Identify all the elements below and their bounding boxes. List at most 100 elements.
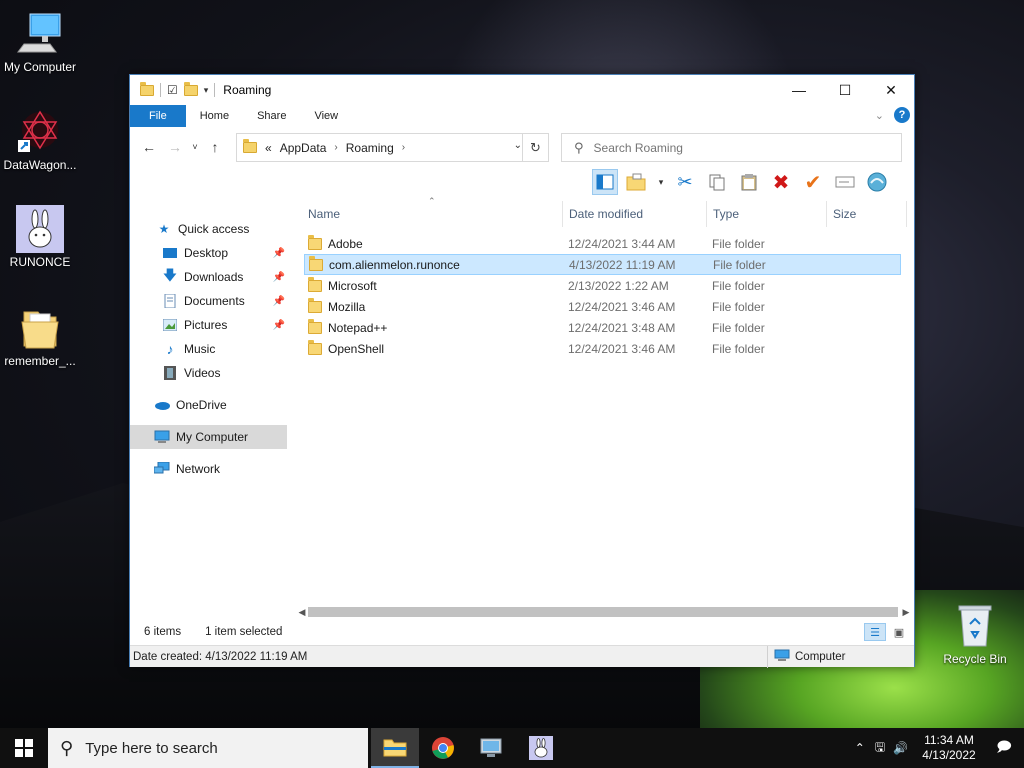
quick-access-toolbar: ☑ ▾ bbox=[130, 81, 216, 97]
scrollbar-thumb[interactable] bbox=[308, 607, 898, 617]
details-view-button[interactable]: ☰ bbox=[864, 623, 886, 641]
minimize-button[interactable]: — bbox=[776, 75, 822, 105]
column-header-date[interactable]: Date modified bbox=[569, 201, 643, 227]
tab-share[interactable]: Share bbox=[243, 105, 300, 127]
nav-pictures[interactable]: Pictures 📌 bbox=[130, 313, 287, 337]
file-row[interactable]: Adobe 12/24/2021 3:44 AM File folder bbox=[304, 233, 901, 254]
desktop-icon-my-computer[interactable]: My Computer bbox=[0, 10, 80, 74]
scroll-right-icon[interactable]: ▶ bbox=[900, 607, 912, 618]
forward-button[interactable]: → bbox=[162, 134, 188, 160]
search-icon: ⚲ bbox=[60, 737, 74, 758]
scroll-left-icon[interactable]: ◀ bbox=[296, 607, 308, 618]
breadcrumb-overflow[interactable]: « bbox=[265, 141, 272, 155]
tab-file[interactable]: File bbox=[130, 105, 186, 127]
desktop-icon-remember[interactable]: remember_... bbox=[0, 304, 80, 368]
nav-desktop[interactable]: Desktop 📌 bbox=[130, 241, 287, 265]
column-divider[interactable] bbox=[906, 201, 907, 227]
up-button[interactable]: ↑ bbox=[202, 134, 228, 160]
desktop-icon-runonce[interactable]: RUNONCE bbox=[0, 205, 80, 269]
nav-videos[interactable]: Videos bbox=[130, 361, 287, 385]
video-icon bbox=[162, 365, 178, 381]
paste-icon[interactable] bbox=[736, 169, 762, 195]
new-folder-icon[interactable] bbox=[183, 81, 198, 96]
column-divider[interactable] bbox=[706, 201, 707, 227]
close-button[interactable]: ✕ bbox=[868, 75, 914, 105]
taskbar: ⚲ Type here to search ⌃ 🖫 🔊 11:34 AM 4/1… bbox=[0, 728, 1024, 768]
cut-icon[interactable]: ✂ bbox=[672, 169, 698, 195]
chevron-right-icon[interactable]: › bbox=[334, 142, 337, 153]
nav-music[interactable]: ♪ Music bbox=[130, 337, 287, 361]
nav-downloads[interactable]: 🡇 Downloads 📌 bbox=[130, 265, 287, 289]
nav-my-computer[interactable]: My Computer bbox=[130, 425, 287, 449]
desktop-icon-recycle-bin[interactable]: Recycle Bin bbox=[935, 602, 1015, 666]
properties-icon[interactable] bbox=[864, 169, 890, 195]
search-icon: ⚲ bbox=[574, 139, 584, 155]
cloud-icon bbox=[154, 397, 170, 413]
window-title: Roaming bbox=[223, 83, 272, 97]
maximize-button[interactable]: ☐ bbox=[822, 75, 868, 105]
folder-icon bbox=[308, 318, 322, 334]
column-divider[interactable] bbox=[826, 201, 827, 227]
pin-icon[interactable]: 📌 bbox=[273, 248, 285, 259]
column-header-type[interactable]: Type bbox=[713, 201, 739, 227]
file-row[interactable]: OpenShell 12/24/2021 3:46 AM File folder bbox=[304, 338, 901, 359]
address-bar[interactable]: « AppData › Roaming › ⌄ ↻ bbox=[236, 133, 549, 162]
recent-locations-button[interactable]: ˅ bbox=[188, 134, 202, 160]
nav-network[interactable]: Network bbox=[130, 457, 287, 481]
folder-options-button[interactable] bbox=[624, 169, 650, 195]
checkmark-icon[interactable]: ✔ bbox=[800, 169, 826, 195]
selection-count: 1 item selected bbox=[205, 626, 283, 638]
navigation-pane-button[interactable] bbox=[592, 169, 618, 195]
chevron-down-icon[interactable]: ▾ bbox=[656, 169, 666, 195]
horizontal-scrollbar[interactable]: ◀ ▶ bbox=[296, 603, 914, 621]
search-input[interactable] bbox=[593, 140, 874, 155]
desktop-icon-datawagon[interactable]: DataWagon... bbox=[0, 108, 80, 172]
pin-icon[interactable]: 📌 bbox=[273, 272, 285, 283]
expand-ribbon-icon[interactable]: ⌄ bbox=[875, 109, 884, 122]
rename-icon[interactable] bbox=[832, 169, 858, 195]
breadcrumb-appdata[interactable]: AppData bbox=[280, 141, 327, 155]
volume-icon[interactable]: 🔊 bbox=[893, 741, 908, 755]
nav-onedrive[interactable]: OneDrive bbox=[130, 393, 287, 417]
taskbar-control-panel[interactable] bbox=[467, 728, 515, 768]
separator bbox=[214, 83, 216, 97]
nav-documents[interactable]: Documents 📌 bbox=[130, 289, 287, 313]
chevron-up-icon[interactable]: ⌃ bbox=[855, 741, 865, 755]
column-header-name[interactable]: Name bbox=[308, 201, 340, 227]
start-button[interactable] bbox=[0, 728, 48, 768]
large-icons-view-button[interactable]: ▣ bbox=[888, 623, 910, 641]
refresh-button[interactable]: ↻ bbox=[522, 134, 548, 161]
title-bar[interactable]: ☑ ▾ Roaming — ☐ ✕ bbox=[130, 75, 914, 105]
chevron-right-icon[interactable]: › bbox=[402, 142, 405, 153]
classic-toolbar: ▾ ✂ ✖ ✔ bbox=[130, 167, 914, 199]
column-header-size[interactable]: Size bbox=[833, 201, 856, 227]
copy-icon[interactable] bbox=[704, 169, 730, 195]
tab-view[interactable]: View bbox=[300, 105, 352, 127]
notification-icon[interactable]: 🗩 bbox=[984, 736, 1024, 760]
pin-icon[interactable]: 📌 bbox=[273, 296, 285, 307]
nav-quick-access[interactable]: ★ Quick access bbox=[130, 217, 287, 241]
properties-icon[interactable]: ☑ bbox=[167, 83, 178, 97]
taskbar-file-explorer[interactable] bbox=[371, 728, 419, 768]
taskbar-runonce[interactable] bbox=[517, 728, 565, 768]
chevron-down-icon[interactable]: ▾ bbox=[204, 85, 209, 96]
file-row-selected[interactable]: com.alienmelon.runonce 4/13/2022 11:19 A… bbox=[304, 254, 901, 275]
delete-icon[interactable]: ✖ bbox=[768, 169, 794, 195]
column-divider[interactable] bbox=[562, 201, 563, 227]
item-count: 6 items bbox=[144, 626, 182, 638]
pin-icon[interactable]: 📌 bbox=[273, 320, 285, 331]
search-box[interactable]: ⚲ bbox=[561, 133, 902, 162]
tab-home[interactable]: Home bbox=[186, 105, 243, 127]
download-icon: 🡇 bbox=[162, 267, 178, 283]
help-icon[interactable]: ? bbox=[894, 107, 910, 123]
network-icon[interactable]: 🖫 bbox=[875, 738, 885, 759]
file-row[interactable]: Notepad++ 12/24/2021 3:48 AM File folder bbox=[304, 317, 901, 338]
file-row[interactable]: Microsoft 2/13/2022 1:22 AM File folder bbox=[304, 275, 901, 296]
taskbar-chrome[interactable] bbox=[419, 728, 467, 768]
file-row[interactable]: Mozilla 12/24/2021 3:46 AM File folder bbox=[304, 296, 901, 317]
taskbar-search[interactable]: ⚲ Type here to search bbox=[48, 728, 368, 768]
back-button[interactable]: ← bbox=[136, 134, 162, 160]
breadcrumb-roaming[interactable]: Roaming bbox=[346, 141, 394, 155]
chevron-down-icon[interactable]: ⌄ bbox=[514, 140, 522, 151]
clock[interactable]: 11:34 AM 4/13/2022 bbox=[914, 733, 984, 763]
